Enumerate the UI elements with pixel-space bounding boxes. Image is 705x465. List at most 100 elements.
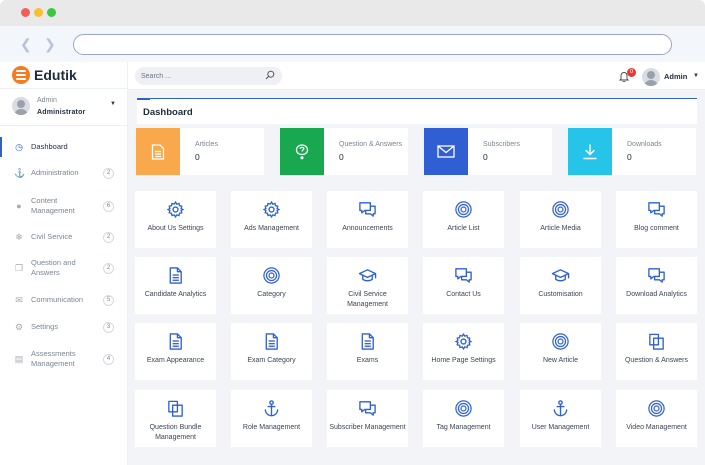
- module-card-announcements[interactable]: Announcements: [327, 191, 408, 248]
- avatar: [12, 97, 30, 115]
- module-card-subscriber-management[interactable]: Subscriber Management: [327, 390, 408, 447]
- module-card-label: Subscriber Management: [329, 424, 406, 431]
- chevron-down-icon[interactable]: ▼: [693, 73, 699, 79]
- module-card-label: Ads Management: [244, 225, 299, 232]
- sidebar-item-assessments-management[interactable]: ▤ Assessments Management 4: [0, 346, 127, 372]
- module-card-label: Announcements: [342, 225, 393, 232]
- module-card-tag-management[interactable]: Tag Management: [423, 390, 504, 447]
- module-card-exam-category[interactable]: Exam Category: [231, 323, 312, 380]
- chat-icon: [358, 399, 377, 418]
- stat-card-articles[interactable]: Articles 0: [136, 128, 264, 175]
- close-window-button[interactable]: [21, 8, 30, 17]
- dashboard-icon: ◷: [15, 142, 23, 152]
- gear-icon: ⚙: [14, 322, 24, 332]
- sidebar-item-dashboard[interactable]: ◷ Dashboard: [0, 134, 127, 160]
- module-card-question-answers[interactable]: Question & Answers: [616, 323, 697, 380]
- question-bubble-icon: [280, 128, 324, 175]
- avatar[interactable]: [642, 68, 660, 86]
- module-card-label: Home Page Settings: [431, 357, 496, 364]
- module-card-label: Customisation: [538, 291, 583, 298]
- module-card-contact-us[interactable]: Contact Us: [423, 257, 504, 314]
- graduation-cap-icon: ❄: [15, 232, 23, 242]
- notification-badge: 0: [627, 68, 636, 77]
- stat-value: 0: [339, 152, 344, 162]
- module-card-exams[interactable]: Exams: [327, 323, 408, 380]
- module-card-article-list[interactable]: Article List: [423, 191, 504, 248]
- search-input[interactable]: [141, 70, 261, 82]
- module-card-label: Article List: [447, 225, 480, 232]
- module-card-label: Video Management: [626, 424, 687, 431]
- target-icon: [647, 399, 666, 418]
- minimize-window-button[interactable]: [34, 8, 43, 17]
- copy-icon: ❐: [14, 263, 24, 273]
- module-card-label: Contact Us: [446, 291, 481, 298]
- anchor-icon: [262, 399, 281, 418]
- gear-icon: [454, 332, 473, 351]
- module-card-civil-service-management[interactable]: Civil Service Management: [327, 257, 408, 314]
- module-card-label: Role Management: [242, 424, 301, 431]
- stat-value: 0: [627, 152, 632, 162]
- user-role: Admin: [37, 97, 57, 104]
- mail-icon: [424, 128, 468, 175]
- sidebar-item-administration[interactable]: ⚓ Administration 2: [0, 160, 127, 186]
- module-card-label: Article Media: [540, 225, 581, 232]
- stat-card-subscribers[interactable]: Subscribers 0: [424, 128, 552, 175]
- module-card-role-management[interactable]: Role Management: [231, 390, 312, 447]
- module-card-label: Category: [257, 291, 286, 298]
- header-user-name[interactable]: Admin: [664, 72, 687, 81]
- target-icon: [454, 200, 473, 219]
- back-arrow-icon[interactable]: ❮: [20, 36, 32, 53]
- module-card-label: New Article: [542, 357, 578, 364]
- address-bar[interactable]: [73, 34, 672, 55]
- module-card-new-article[interactable]: New Article: [520, 323, 601, 380]
- count-badge: 6: [103, 200, 114, 212]
- document-icon: ▤: [14, 354, 24, 364]
- sidebar-item-label: Question and Answers: [31, 258, 76, 277]
- chat-icon: [454, 266, 473, 285]
- module-card-video-management[interactable]: Video Management: [616, 390, 697, 447]
- chat-icon: [358, 200, 377, 219]
- module-card-user-management[interactable]: User Management: [520, 390, 601, 447]
- stat-card-question-answers[interactable]: Question & Answers 0: [280, 128, 408, 175]
- module-card-download-analytics[interactable]: Download Analytics: [616, 257, 697, 314]
- module-card-label: Download Analytics: [626, 291, 687, 298]
- download-icon: [568, 128, 612, 175]
- sidebar-item-content-management[interactable]: ● Content Management 6: [0, 193, 127, 219]
- sidebar-item-settings[interactable]: ⚙ Settings 3: [0, 314, 127, 340]
- sidebar-item-label: Assessments Management: [31, 349, 76, 368]
- module-card-ads-management[interactable]: Ads Management: [231, 191, 312, 248]
- stat-value: 0: [195, 152, 200, 162]
- search-icon[interactable]: [265, 70, 275, 80]
- module-card-label: User Management: [531, 424, 590, 431]
- circle-icon: ●: [16, 201, 22, 211]
- chat-icon: [647, 266, 666, 285]
- module-card-candidate-analytics[interactable]: Candidate Analytics: [135, 257, 216, 314]
- logo-icon: [12, 66, 30, 84]
- document-icon: [136, 128, 180, 175]
- sidebar-item-question-and-answers[interactable]: ❐ Question and Answers 2: [0, 255, 127, 281]
- module-card-exam-appearance[interactable]: Exam Appearance: [135, 323, 216, 380]
- count-badge: 5: [103, 294, 114, 306]
- module-card-about-us-settings[interactable]: About Us Settings: [135, 191, 216, 248]
- count-badge: 2: [103, 231, 114, 243]
- module-card-customisation[interactable]: Customisation: [520, 257, 601, 314]
- module-card-label: About Us Settings: [147, 225, 204, 232]
- search-box[interactable]: [135, 67, 282, 85]
- forward-arrow-icon[interactable]: ❯: [44, 36, 56, 53]
- maximize-window-button[interactable]: [47, 8, 56, 17]
- module-card-category[interactable]: Category: [231, 257, 312, 314]
- copy-icon: [166, 399, 185, 418]
- sidebar-item-civil-service[interactable]: ❄ Civil Service 2: [0, 224, 127, 250]
- document-icon: [262, 332, 281, 351]
- module-card-label: Candidate Analytics: [144, 291, 207, 298]
- stat-card-downloads[interactable]: Downloads 0: [568, 128, 696, 175]
- module-card-blog-comment[interactable]: Blog comment: [616, 191, 697, 248]
- module-card-question-bundle-management[interactable]: Question Bundle Management: [135, 390, 216, 447]
- document-icon: [166, 266, 185, 285]
- sidebar-item-communication[interactable]: ✉ Communication 5: [0, 287, 127, 313]
- module-card-article-media[interactable]: Article Media: [520, 191, 601, 248]
- app-logo[interactable]: Edutik: [12, 66, 77, 84]
- module-card-home-page-settings[interactable]: Home Page Settings: [423, 323, 504, 380]
- count-badge: 4: [103, 353, 114, 365]
- chevron-down-icon[interactable]: ▼: [110, 101, 116, 107]
